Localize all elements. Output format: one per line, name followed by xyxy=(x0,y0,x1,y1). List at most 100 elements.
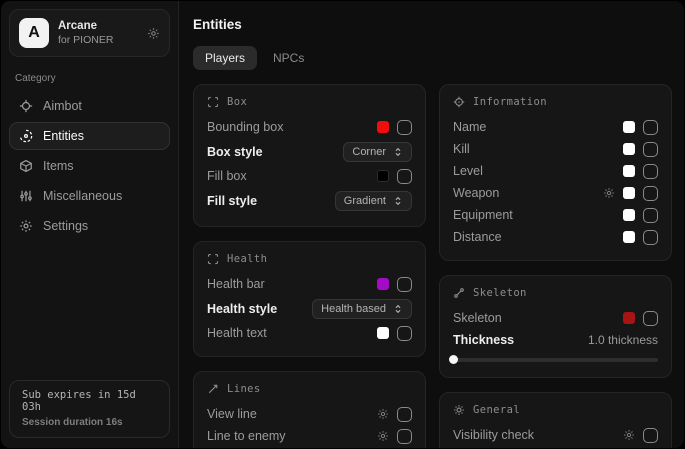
sliders-icon xyxy=(19,189,33,203)
card-box-header: Box xyxy=(207,96,412,108)
box-style-dropdown[interactable]: Corner xyxy=(343,142,412,162)
card-information: Information Name Kill xyxy=(439,84,672,261)
color-swatch[interactable] xyxy=(377,121,389,133)
gear-icon[interactable] xyxy=(623,429,635,441)
color-swatch[interactable] xyxy=(623,231,635,243)
sidebar-item-items[interactable]: Items xyxy=(9,152,170,180)
sub-expiry-text: Sub expires in 15d 03h xyxy=(22,389,157,413)
slider-track xyxy=(453,358,658,362)
unfold-icon xyxy=(393,304,403,314)
crosshair-icon xyxy=(19,99,33,113)
gear-icon[interactable] xyxy=(377,430,389,442)
sidebar-item-label: Entities xyxy=(43,129,84,143)
sidebar-item-settings[interactable]: Settings xyxy=(9,212,170,240)
checkbox[interactable] xyxy=(643,164,658,179)
checkbox[interactable] xyxy=(643,186,658,201)
gear-icon[interactable] xyxy=(603,187,615,199)
health-brackets-icon xyxy=(207,253,219,265)
checkbox[interactable] xyxy=(643,120,658,135)
setting-row-skeleton: Skeleton xyxy=(453,307,658,329)
card-title: Information xyxy=(473,96,547,108)
checkbox[interactable] xyxy=(643,142,658,157)
setting-row-distance: Distance xyxy=(453,226,658,248)
dropdown-value: Corner xyxy=(352,146,386,158)
setting-row-visibility-check: Visibility check xyxy=(453,424,658,446)
card-information-header: Information xyxy=(453,96,658,108)
checkbox[interactable] xyxy=(643,208,658,223)
tab-npcs[interactable]: NPCs xyxy=(261,46,316,70)
checkbox[interactable] xyxy=(397,277,412,292)
color-swatch[interactable] xyxy=(623,187,635,199)
card-general: General Visibility check Max distance 50… xyxy=(439,392,672,448)
card-title: Box xyxy=(227,96,247,108)
setting-row-view-line: View line xyxy=(207,403,412,425)
checkbox[interactable] xyxy=(397,169,412,184)
thickness-slider[interactable] xyxy=(453,353,658,365)
page-title: Entities xyxy=(193,17,672,32)
setting-label: Bounding box xyxy=(207,120,283,134)
setting-row-line-to-enemy: Line to enemy xyxy=(207,425,412,447)
checkbox[interactable] xyxy=(397,407,412,422)
checkbox[interactable] xyxy=(397,429,412,444)
color-swatch[interactable] xyxy=(623,209,635,221)
gear-icon[interactable] xyxy=(147,27,160,40)
bone-icon xyxy=(453,287,465,299)
fill-style-dropdown[interactable]: Gradient xyxy=(335,191,412,211)
setting-label: Health bar xyxy=(207,277,265,291)
setting-label: Fill style xyxy=(207,194,257,208)
sidebar-item-aimbot[interactable]: Aimbot xyxy=(9,92,170,120)
sidebar: A Arcane for PIONER Category Aimbot Enti… xyxy=(1,1,179,448)
settings-grid: Box Bounding box Box style Corner xyxy=(193,84,672,448)
setting-row-health-style: Health style Health based xyxy=(207,295,412,322)
setting-label: Box style xyxy=(207,145,263,159)
setting-row-kill: Kill xyxy=(453,138,658,160)
tab-bar: Players NPCs xyxy=(193,46,672,70)
sidebar-item-label: Settings xyxy=(43,219,88,233)
setting-row-fill-style: Fill style Gradient xyxy=(207,187,412,214)
main-panel: Entities Players NPCs Box Bounding box xyxy=(179,1,684,448)
sidebar-item-entities[interactable]: Entities xyxy=(9,122,170,150)
setting-label: Fill box xyxy=(207,169,247,183)
color-swatch[interactable] xyxy=(377,170,389,182)
color-swatch[interactable] xyxy=(623,312,635,324)
card-lines: Lines View line Line to enemy xyxy=(193,371,426,448)
checkbox[interactable] xyxy=(643,428,658,443)
color-swatch[interactable] xyxy=(623,121,635,133)
tab-players[interactable]: Players xyxy=(193,46,257,70)
health-style-dropdown[interactable]: Health based xyxy=(312,299,412,319)
card-box: Box Bounding box Box style Corner xyxy=(193,84,426,227)
color-swatch[interactable] xyxy=(623,165,635,177)
dropdown-value: Gradient xyxy=(344,195,386,207)
card-health-header: Health xyxy=(207,253,412,265)
setting-label: Name xyxy=(453,120,486,134)
right-column: Information Name Kill xyxy=(439,84,672,448)
setting-row-box-style: Box style Corner xyxy=(207,138,412,165)
setting-row-thickness: Thickness 1.0 thickness xyxy=(453,329,658,350)
gear-icon[interactable] xyxy=(377,408,389,420)
setting-row-fill-box: Fill box xyxy=(207,165,412,187)
subscription-card: Sub expires in 15d 03h Session duration … xyxy=(9,380,170,438)
checkbox[interactable] xyxy=(643,230,658,245)
sidebar-nav: Aimbot Entities Items Miscellaneous Sett… xyxy=(9,92,170,240)
setting-label: Distance xyxy=(453,230,502,244)
entities-icon xyxy=(19,129,33,143)
card-skeleton-header: Skeleton xyxy=(453,287,658,299)
checkbox[interactable] xyxy=(643,311,658,326)
card-skeleton: Skeleton Skeleton Thickness 1.0 thicknes… xyxy=(439,275,672,378)
checkbox[interactable] xyxy=(397,120,412,135)
card-title: Health xyxy=(227,253,267,265)
color-swatch[interactable] xyxy=(377,278,389,290)
setting-row-bounding-box: Bounding box xyxy=(207,116,412,138)
gear-icon xyxy=(19,219,33,233)
slider-thumb[interactable] xyxy=(449,355,458,364)
sidebar-item-miscellaneous[interactable]: Miscellaneous xyxy=(9,182,170,210)
color-swatch[interactable] xyxy=(377,327,389,339)
checkbox[interactable] xyxy=(397,326,412,341)
card-health: Health Health bar Health style Health ba… xyxy=(193,241,426,357)
setting-row-name: Name xyxy=(453,116,658,138)
setting-row-level: Level xyxy=(453,160,658,182)
app-window: A Arcane for PIONER Category Aimbot Enti… xyxy=(0,0,685,449)
color-swatch[interactable] xyxy=(623,143,635,155)
sidebar-item-label: Items xyxy=(43,159,74,173)
bounding-box-icon xyxy=(207,96,219,108)
